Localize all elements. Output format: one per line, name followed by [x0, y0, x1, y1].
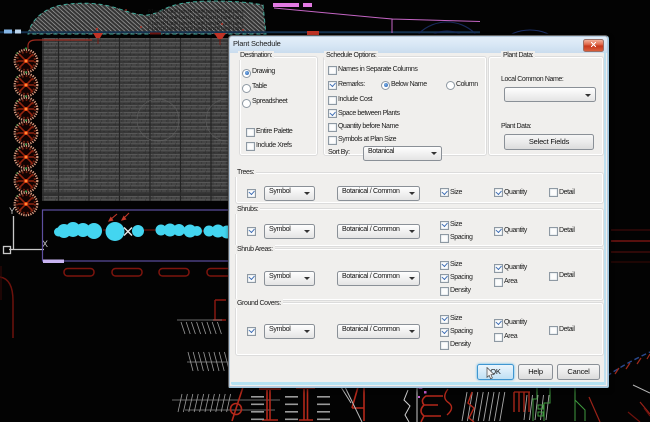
svg-text:Y: Y: [9, 206, 15, 216]
svg-text:PlantPlanPlantPlanPlantPlanPla: PlantPlanPlantPlanPlantPlanPlant: [148, 26, 244, 32]
